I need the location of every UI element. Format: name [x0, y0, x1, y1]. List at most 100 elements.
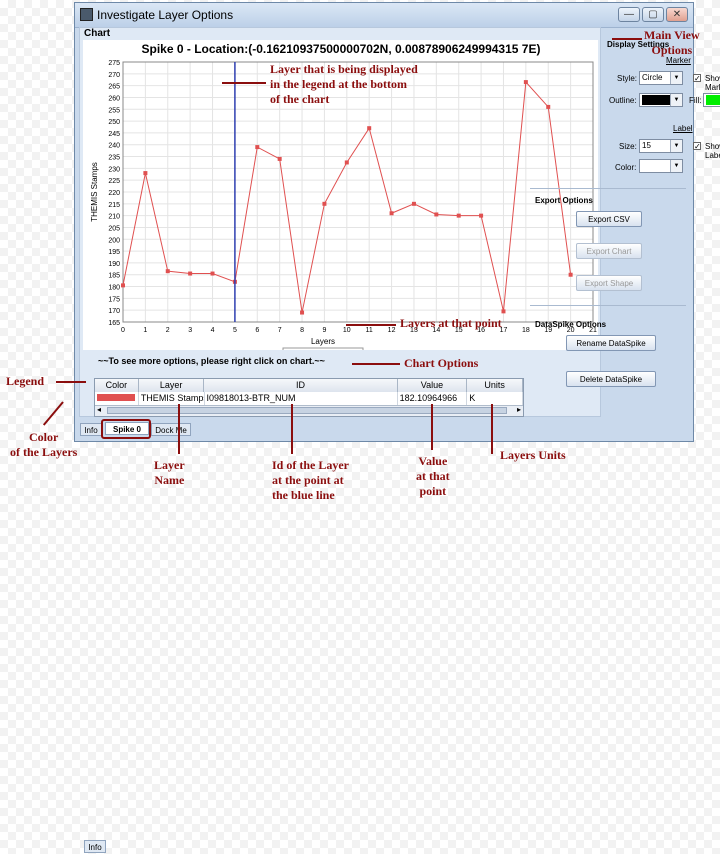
- outline-color-swatch: [642, 94, 670, 105]
- x-tick-label: 10: [343, 327, 351, 334]
- layer-color-swatch: [97, 394, 135, 401]
- minimize-button[interactable]: —: [618, 7, 640, 22]
- spike-tab-highlight: [101, 419, 151, 439]
- annotation-legend: Legend: [6, 374, 45, 388]
- label-color-select[interactable]: ▼: [639, 159, 683, 173]
- layer-color-cell: [95, 392, 139, 405]
- y-tick-label: 245: [108, 131, 120, 138]
- data-point: [367, 126, 372, 131]
- annotation-color-layers: Color of the Layers: [10, 430, 78, 459]
- tab-info[interactable]: Info: [84, 840, 106, 853]
- horizontal-scrollbar[interactable]: ◂ ▸: [95, 405, 523, 416]
- show-label-checkbox[interactable]: ✓: [693, 142, 701, 151]
- size-label: Size:: [619, 142, 637, 151]
- style-label: Style:: [617, 74, 638, 83]
- export-options-heading: Export Options: [535, 196, 593, 205]
- x-tick-label: 4: [211, 327, 215, 334]
- style-select[interactable]: Circle ▼: [639, 71, 683, 85]
- annotation-chart-options: Chart Options: [404, 356, 479, 370]
- col-units-header[interactable]: Units: [467, 379, 523, 392]
- y-tick-label: 190: [108, 261, 120, 268]
- scrollbar-thumb[interactable]: [107, 407, 507, 414]
- data-point: [479, 213, 484, 218]
- fill-color-swatch: [706, 94, 720, 105]
- chevron-down-icon: ▼: [670, 72, 682, 84]
- data-point: [501, 309, 506, 314]
- col-layer-header[interactable]: Layer: [138, 379, 205, 392]
- annotation-id-layer: Id of the Layer at the point at the blue…: [272, 458, 349, 502]
- data-point: [546, 104, 551, 109]
- scroll-left-icon[interactable]: ◂: [97, 405, 101, 414]
- table-row[interactable]: THEMIS Stamps I09818013-BTR_NUM 182.1096…: [95, 392, 523, 405]
- y-tick-label: 205: [108, 225, 120, 232]
- y-tick-label: 200: [108, 237, 120, 244]
- fill-color-select[interactable]: ▼: [703, 93, 720, 107]
- x-tick-label: 18: [522, 327, 530, 334]
- style-select-value: Circle: [642, 73, 663, 82]
- x-tick-label: 7: [278, 327, 282, 334]
- scroll-right-icon[interactable]: ▸: [517, 405, 521, 414]
- legend-box: [282, 347, 364, 350]
- y-axis-label: THEMIS Stamps: [90, 162, 99, 222]
- color-label: Color:: [615, 163, 637, 172]
- col-value-header[interactable]: Value: [397, 379, 468, 392]
- outline-color-select[interactable]: ▼: [639, 93, 683, 107]
- annotation-layers-point: Layers at that point: [400, 316, 502, 330]
- annotation-layers-units: Layers Units: [500, 448, 566, 462]
- size-select[interactable]: 15 ▼: [639, 139, 683, 153]
- y-tick-label: 275: [108, 60, 120, 67]
- legend-table[interactable]: Color Layer ID Value Units THEMIS Stamps…: [94, 378, 524, 417]
- arrow: [612, 38, 642, 40]
- annotation-layer-displayed: Layer that is being displayed in the leg…: [270, 62, 418, 106]
- y-tick-label: 225: [108, 178, 120, 185]
- y-tick-label: 220: [108, 190, 120, 197]
- close-button[interactable]: ✕: [666, 7, 688, 22]
- show-label-label: Show Label: [705, 142, 720, 160]
- y-tick-label: 235: [108, 155, 120, 162]
- maximize-button[interactable]: ▢: [642, 7, 664, 22]
- arrow: [291, 404, 293, 454]
- y-tick-label: 240: [108, 143, 120, 150]
- delete-dataspike-button[interactable]: Delete DataSpike: [566, 371, 656, 387]
- title-bar[interactable]: Investigate Layer Options — ▢ ✕: [75, 3, 693, 28]
- x-tick-label: 1: [143, 327, 147, 334]
- annotation-layer-name: Layer Name: [154, 458, 185, 487]
- chevron-down-icon: ▼: [670, 140, 682, 152]
- data-point: [255, 145, 260, 150]
- app-icon: [80, 8, 93, 21]
- col-color-header[interactable]: Color: [95, 379, 139, 392]
- y-tick-label: 270: [108, 72, 120, 79]
- annotation-main-view: Main View Options: [644, 28, 700, 57]
- show-marker-checkbox[interactable]: ✓: [693, 74, 701, 83]
- y-tick-label: 175: [108, 296, 120, 303]
- export-csv-button[interactable]: Export CSV: [576, 211, 642, 227]
- col-id-header[interactable]: ID: [204, 379, 398, 392]
- data-point: [143, 171, 148, 176]
- export-chart-button[interactable]: Export Chart: [576, 243, 642, 259]
- legend-table-header: Color Layer ID Value Units: [95, 379, 523, 392]
- data-point: [434, 212, 439, 217]
- x-tick-label: 12: [388, 327, 396, 334]
- y-tick-label: 165: [108, 320, 120, 327]
- data-point: [456, 213, 461, 218]
- layer-units-cell: K: [467, 392, 523, 405]
- label-heading: Label: [673, 124, 693, 133]
- tab-dock-me[interactable]: Dock Me: [151, 423, 191, 436]
- data-point: [411, 201, 416, 206]
- layer-id-cell: I09818013-BTR_NUM: [205, 392, 398, 405]
- x-tick-label: 5: [233, 327, 237, 334]
- y-tick-label: 265: [108, 84, 120, 91]
- rename-dataspike-button[interactable]: Rename DataSpike: [566, 335, 656, 351]
- data-point: [568, 272, 573, 277]
- arrow: [178, 404, 180, 454]
- divider: [530, 188, 686, 189]
- fill-label: Fill:: [689, 96, 702, 105]
- tab-info[interactable]: Info: [80, 423, 102, 436]
- data-point: [389, 211, 394, 216]
- export-shape-button[interactable]: Export Shape: [576, 275, 642, 291]
- x-tick-label: 3: [188, 327, 192, 334]
- data-point: [188, 271, 193, 276]
- dataspike-options-heading: DataSpike Options: [535, 320, 607, 329]
- y-tick-label: 255: [108, 107, 120, 114]
- chevron-down-icon: ▼: [670, 160, 682, 172]
